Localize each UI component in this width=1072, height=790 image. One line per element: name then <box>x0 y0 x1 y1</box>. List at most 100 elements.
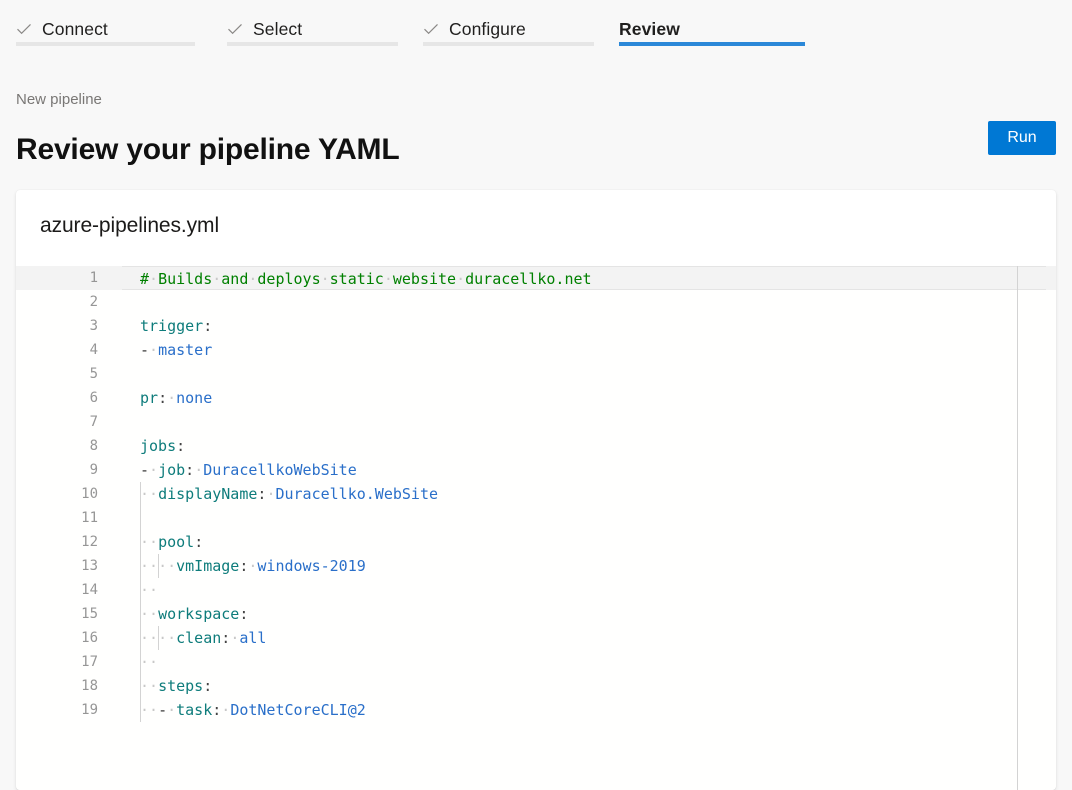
whitespace-dot: · <box>221 701 231 719</box>
code-token-dash: - <box>158 701 168 719</box>
code-line-body: ··pool: <box>122 530 1046 554</box>
wizard-tab-configure[interactable]: Configure <box>407 0 595 58</box>
code-line[interactable]: 8 jobs: <box>16 434 1056 458</box>
line-number: 8 <box>89 438 98 454</box>
code-token-dash: - <box>140 341 150 359</box>
check-icon <box>424 23 438 35</box>
wizard-tab-review[interactable]: Review <box>603 0 805 58</box>
whitespace-dot: · <box>167 701 177 719</box>
code-line[interactable]: 18 ··steps: <box>16 674 1056 698</box>
code-token-value: DuracellkoWebSite <box>203 461 357 479</box>
code-line[interactable]: 1 #·Builds·and·deploys·static·website·dur… <box>16 266 1056 290</box>
whitespace-dot: · <box>167 629 177 647</box>
code-line[interactable]: 19 ··-·task:·DotNetCoreCLI@2 <box>16 698 1056 722</box>
code-line[interactable]: 7 <box>16 410 1056 434</box>
whitespace-dot: · <box>149 461 159 479</box>
code-line-body: pr:·none <box>122 386 1046 410</box>
code-text: ·· <box>140 578 158 602</box>
line-number: 11 <box>81 510 98 526</box>
whitespace-dot: · <box>167 557 177 575</box>
run-button[interactable]: Run <box>988 121 1056 155</box>
code-line[interactable]: 17 ·· <box>16 650 1056 674</box>
whitespace-dot: · <box>149 677 159 695</box>
code-line-body: trigger: <box>122 314 1046 338</box>
wizard-tab-select[interactable]: Select <box>211 0 399 58</box>
line-number: 19 <box>81 702 98 718</box>
wizard-tab-label: Select <box>253 19 303 39</box>
code-line[interactable]: 15 ··workspace: <box>16 602 1056 626</box>
code-token-punct: : <box>203 677 213 695</box>
code-token-value: Duracellko.WebSite <box>275 485 439 503</box>
code-line[interactable]: 9 -·job:·DuracellkoWebSite <box>16 458 1056 482</box>
code-line[interactable]: 10 ··displayName:·Duracellko.WebSite <box>16 482 1056 506</box>
whitespace-dot: · <box>456 270 466 288</box>
code-token-key: trigger <box>140 317 204 335</box>
code-line[interactable]: 3 trigger: <box>16 314 1056 338</box>
line-number: 5 <box>89 366 98 382</box>
whitespace-dot: · <box>140 485 150 503</box>
file-name-label: azure-pipelines.yml <box>40 214 220 237</box>
whitespace-dot: · <box>140 605 150 623</box>
code-token-punct: : <box>203 317 213 335</box>
code-text: ····clean:·all <box>140 626 266 650</box>
code-line[interactable]: 6 pr:·none <box>16 386 1056 410</box>
code-line[interactable]: 4 -·master <box>16 338 1056 362</box>
code-line-body <box>122 362 1046 386</box>
code-line[interactable]: 14 ·· <box>16 578 1056 602</box>
code-line-body: ··-·task:·DotNetCoreCLI@2 <box>122 698 1046 722</box>
code-token-punct: : <box>221 629 231 647</box>
line-number: 12 <box>81 534 98 550</box>
code-token-key: displayName <box>158 485 258 503</box>
wizard-tab-label: Review <box>619 19 680 39</box>
yaml-code-editor[interactable]: 1 #·Builds·and·deploys·static·website·dur… <box>16 266 1056 790</box>
whitespace-dot: · <box>140 701 150 719</box>
wizard-tab-underline <box>227 42 398 46</box>
code-token-punct: : <box>212 701 222 719</box>
line-number: 6 <box>89 390 98 406</box>
indent-guide <box>140 506 141 530</box>
code-line-body: ··displayName:·Duracellko.WebSite <box>122 482 1046 506</box>
whitespace-dot: · <box>320 270 330 288</box>
code-line[interactable]: 12 ··pool: <box>16 530 1056 554</box>
whitespace-dot: · <box>140 677 150 695</box>
code-token-key: pr <box>140 389 159 407</box>
whitespace-dot: · <box>149 701 159 719</box>
whitespace-dot: · <box>248 270 258 288</box>
wizard-tab-underline <box>423 42 594 46</box>
whitespace-dot: · <box>212 270 222 288</box>
code-token-value: none <box>176 389 213 407</box>
code-token-value: windows-2019 <box>257 557 366 575</box>
whitespace-dot: · <box>383 270 393 288</box>
code-line[interactable]: 5 <box>16 362 1056 386</box>
code-text: ····vmImage:·windows-2019 <box>140 554 366 578</box>
code-token-key: job <box>158 461 186 479</box>
whitespace-dot: · <box>140 653 150 671</box>
code-lines-container[interactable]: 1 #·Builds·and·deploys·static·website·dur… <box>16 266 1056 722</box>
code-line[interactable]: 11 <box>16 506 1056 530</box>
code-text: jobs: <box>140 434 185 458</box>
code-line[interactable]: 2 <box>16 290 1056 314</box>
wizard-tab-connect[interactable]: Connect <box>0 0 203 58</box>
code-text: trigger: <box>140 314 212 338</box>
code-text: ··-·task:·DotNetCoreCLI@2 <box>140 698 366 722</box>
code-text: -·master <box>140 338 212 362</box>
line-number: 13 <box>81 558 98 574</box>
whitespace-dot: · <box>158 629 168 647</box>
line-number: 1 <box>89 270 98 286</box>
code-line[interactable]: 13 ····vmImage:·windows-2019 <box>16 554 1056 578</box>
code-token-punct: : <box>185 461 195 479</box>
code-line-body: ·· <box>122 650 1046 674</box>
whitespace-dot: · <box>149 581 159 599</box>
breadcrumb: New pipeline <box>16 91 102 108</box>
code-line-body: ··steps: <box>122 674 1046 698</box>
code-token-dash: - <box>140 461 150 479</box>
whitespace-dot: · <box>149 270 159 288</box>
whitespace-dot: · <box>149 629 159 647</box>
code-token-comment: #·Builds·and·deploys·static·website·dura… <box>140 270 592 288</box>
code-line[interactable]: 16 ····clean:·all <box>16 626 1056 650</box>
code-line-body <box>122 410 1046 434</box>
whitespace-dot: · <box>140 557 150 575</box>
yaml-preview-card: azure-pipelines.yml 1 #·Builds·and·deploy… <box>16 190 1056 790</box>
whitespace-dot: · <box>149 341 159 359</box>
whitespace-dot: · <box>140 629 150 647</box>
